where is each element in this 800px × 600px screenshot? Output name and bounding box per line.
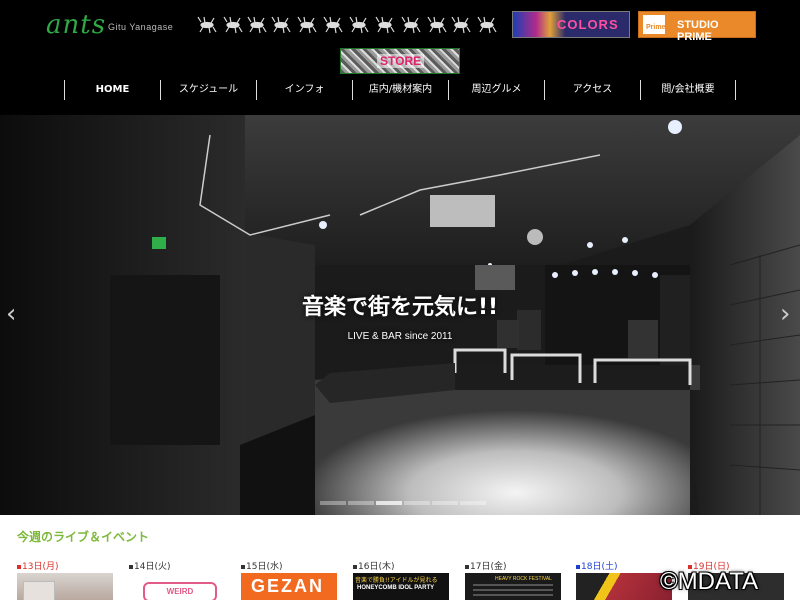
- site-logo-subtitle: Gitu Yanagase: [108, 22, 174, 32]
- event-thumbnail[interactable]: [17, 573, 113, 600]
- ant-icon: [427, 16, 447, 34]
- bullet-icon: [17, 564, 21, 569]
- hero-subline: LIVE & BAR since 2011: [347, 331, 453, 342]
- event-day-card[interactable]: 14日(火) WEIRD: [129, 559, 229, 600]
- ant-icon: [247, 16, 267, 34]
- day-label: 14日(火): [129, 559, 170, 572]
- day-label: 16日(木): [353, 559, 394, 572]
- ants-decoration: [196, 14, 506, 36]
- store-label: STORE: [377, 54, 425, 68]
- slider-next-arrow-icon[interactable]: ›: [780, 299, 790, 329]
- bullet-icon: [241, 564, 245, 569]
- nav-item-access[interactable]: アクセス: [544, 80, 640, 100]
- ant-icon: [223, 16, 243, 34]
- slider-dot[interactable]: [432, 501, 458, 505]
- ant-icon: [451, 16, 471, 34]
- store-banner-link[interactable]: STORE: [340, 48, 460, 74]
- slider-dot[interactable]: [348, 501, 374, 505]
- slider-dot-active[interactable]: [376, 501, 402, 505]
- event-day-card[interactable]: 13日(月): [17, 559, 117, 600]
- ant-icon: [271, 16, 291, 34]
- main-nav: HOME スケジュール インフォ 店内/機材案内 周辺グルメ アクセス 問/会社…: [64, 80, 736, 100]
- day-label: 15日(水): [241, 559, 282, 572]
- slider-prev-arrow-icon[interactable]: ‹: [6, 299, 16, 329]
- ant-icon: [401, 16, 421, 34]
- nav-item-info[interactable]: インフォ: [256, 80, 352, 100]
- ant-icon: [323, 16, 343, 34]
- ant-icon: [375, 16, 395, 34]
- site-logo[interactable]: ants: [46, 10, 106, 40]
- nav-item-company[interactable]: 問/会社概要: [640, 80, 736, 100]
- event-thumbnail[interactable]: WEIRD: [129, 573, 225, 600]
- bullet-icon: [465, 564, 469, 569]
- event-day-card[interactable]: 17日(金) HEAVY ROCK FESTIVAL: [465, 559, 565, 600]
- event-thumbnail[interactable]: [576, 573, 672, 600]
- slider-dot[interactable]: [404, 501, 430, 505]
- day-label: 17日(金): [465, 559, 506, 572]
- site-header: ants Gitu Yanagase COLORS Prime STUDIO P…: [0, 0, 800, 115]
- ant-icon: [197, 16, 217, 34]
- bullet-icon: [576, 564, 580, 569]
- event-thumbnail[interactable]: GEZAN: [241, 573, 337, 600]
- studio-prime-banner-link[interactable]: Prime STUDIO PRIME: [638, 11, 756, 43]
- slider-dot[interactable]: [320, 501, 346, 505]
- studio-prime-label: STUDIO PRIME: [677, 19, 719, 43]
- ant-icon: [297, 16, 317, 34]
- event-thumbnail[interactable]: 音楽で勝負!!アイドルが見れる HONEYCOMB IDOL PARTY: [353, 573, 449, 600]
- nav-item-gourmet[interactable]: 周辺グルメ: [448, 80, 544, 100]
- watermark: ©MDATA: [660, 568, 759, 595]
- colors-banner-link[interactable]: COLORS: [512, 11, 630, 38]
- nav-item-schedule[interactable]: スケジュール: [160, 80, 256, 100]
- event-day-card[interactable]: 16日(木) 音楽で勝負!!アイドルが見れる HONEYCOMB IDOL PA…: [353, 559, 453, 600]
- bullet-icon: [129, 564, 133, 569]
- events-heading: 今週のライブ＆イベント: [17, 530, 150, 544]
- day-label: 18日(土): [576, 559, 617, 572]
- event-thumbnail[interactable]: HEAVY ROCK FESTIVAL: [465, 573, 561, 600]
- ant-icon: [349, 16, 369, 34]
- nav-item-equipment[interactable]: 店内/機材案内: [352, 80, 448, 100]
- nav-item-home[interactable]: HOME: [64, 80, 160, 100]
- ant-icon: [477, 16, 497, 34]
- slider-dot[interactable]: [460, 501, 486, 505]
- event-day-card[interactable]: 15日(水) GEZAN: [241, 559, 341, 600]
- colors-banner-label: COLORS: [557, 17, 619, 32]
- hero-headline: 音楽で街を元気に!!: [301, 295, 499, 320]
- day-label: 13日(月): [17, 559, 58, 572]
- bullet-icon: [353, 564, 357, 569]
- hero-slider[interactable]: 音楽で街を元気に!! LIVE & BAR since 2011 ‹ ›: [0, 115, 800, 515]
- prime-logo-icon: Prime: [643, 15, 665, 34]
